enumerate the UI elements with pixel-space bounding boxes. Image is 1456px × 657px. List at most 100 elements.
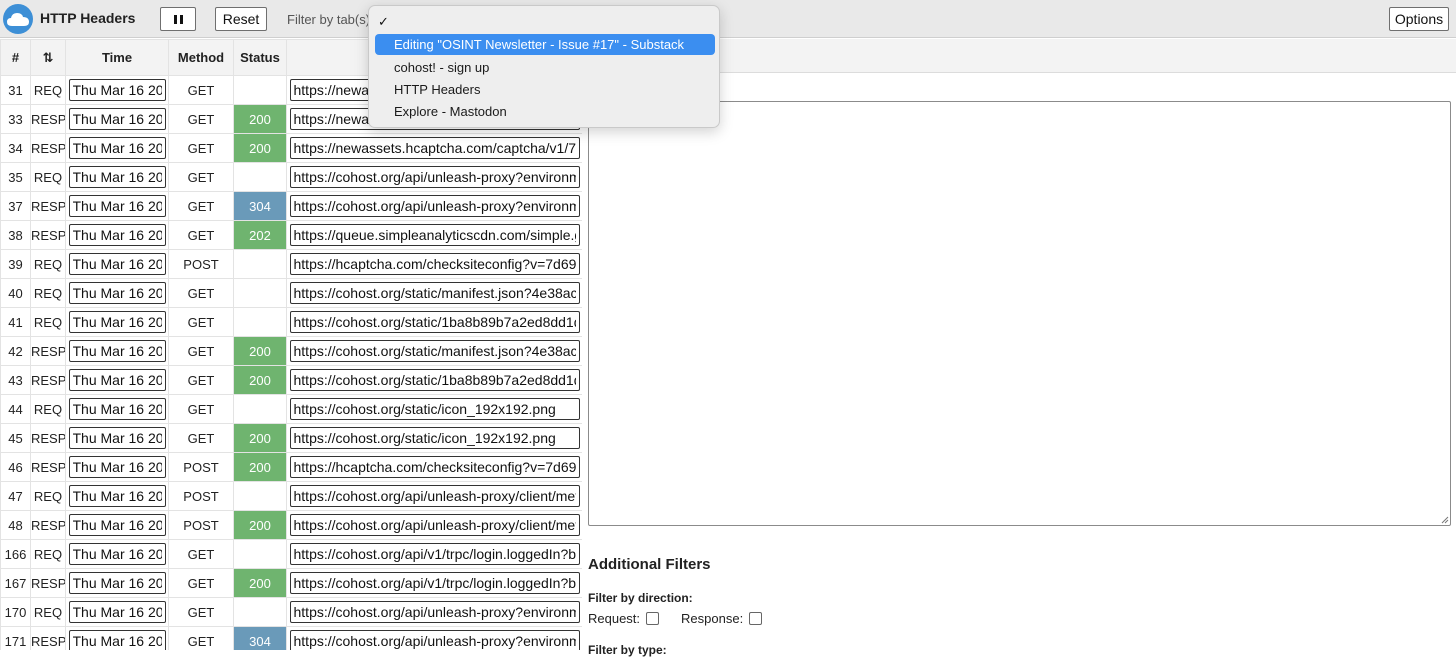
column-header-number[interactable]: # — [0, 39, 31, 76]
status-badge: 200 — [233, 423, 287, 453]
row-url-cell — [286, 133, 582, 163]
time-field[interactable] — [68, 601, 166, 623]
row-number: 167 — [0, 568, 31, 598]
row-method: GET — [168, 191, 234, 221]
url-field[interactable] — [289, 253, 580, 275]
table-row[interactable]: 41REQ GET — [0, 307, 582, 337]
table-row[interactable]: 42RESP GET200 — [0, 336, 582, 366]
time-field[interactable] — [68, 427, 166, 449]
time-field[interactable] — [68, 108, 166, 130]
resize-grip-icon[interactable] — [1440, 515, 1449, 524]
time-field[interactable] — [68, 253, 166, 275]
column-header-time[interactable]: Time — [65, 39, 169, 76]
url-field[interactable] — [289, 398, 580, 420]
table-row[interactable]: 34RESP GET200 — [0, 133, 582, 163]
table-row[interactable]: 44REQ GET — [0, 394, 582, 424]
status-badge — [233, 394, 287, 424]
row-time-cell — [65, 539, 169, 569]
time-field[interactable] — [68, 137, 166, 159]
row-direction: REQ — [30, 278, 66, 308]
url-field[interactable] — [289, 311, 580, 333]
url-field[interactable] — [289, 340, 580, 362]
row-number: 34 — [0, 133, 31, 163]
table-row[interactable]: 47REQ POST — [0, 481, 582, 511]
row-url-cell — [286, 278, 582, 308]
url-field[interactable] — [289, 514, 580, 536]
table-row[interactable]: 39REQ POST — [0, 249, 582, 279]
options-button[interactable]: Options — [1389, 7, 1449, 31]
url-field[interactable] — [289, 224, 580, 246]
tab-option-http-headers[interactable]: HTTP Headers — [375, 79, 715, 100]
time-field[interactable] — [68, 282, 166, 304]
url-field[interactable] — [289, 282, 580, 304]
reset-button[interactable]: Reset — [215, 7, 267, 31]
headers-detail-textarea[interactable] — [588, 101, 1451, 526]
table-row[interactable]: 166REQ GET — [0, 539, 582, 569]
status-badge: 200 — [233, 365, 287, 395]
time-field[interactable] — [68, 79, 166, 101]
time-field[interactable] — [68, 398, 166, 420]
url-field[interactable] — [289, 166, 580, 188]
response-checkbox[interactable] — [749, 612, 763, 625]
table-row[interactable]: 171RESP GET304 — [0, 626, 582, 650]
column-header-status[interactable]: Status — [233, 39, 287, 76]
request-table-container[interactable]: # ⇅ Time Method Status 31REQGET33RESPGET… — [0, 39, 582, 650]
url-field[interactable] — [289, 630, 580, 650]
table-row[interactable]: 37RESP GET304 — [0, 191, 582, 221]
pause-button[interactable] — [160, 7, 196, 31]
request-checkbox[interactable] — [646, 612, 660, 625]
url-field[interactable] — [289, 195, 580, 217]
row-url-cell — [286, 394, 582, 424]
time-field[interactable] — [68, 572, 166, 594]
url-field[interactable] — [289, 137, 580, 159]
row-number: 44 — [0, 394, 31, 424]
time-field[interactable] — [68, 195, 166, 217]
row-direction: REQ — [30, 481, 66, 511]
time-field[interactable] — [68, 485, 166, 507]
table-row[interactable]: 35REQ GET — [0, 162, 582, 192]
table-row[interactable]: 38RESP GET202 — [0, 220, 582, 250]
url-field[interactable] — [289, 543, 580, 565]
table-row[interactable]: 170REQ GET — [0, 597, 582, 627]
row-url-cell — [286, 249, 582, 279]
row-direction: RESP — [30, 220, 66, 250]
time-field[interactable] — [68, 456, 166, 478]
row-number: 48 — [0, 510, 31, 540]
time-field[interactable] — [68, 543, 166, 565]
table-row[interactable]: 167RESP GET200 — [0, 568, 582, 598]
time-field[interactable] — [68, 166, 166, 188]
table-row[interactable]: 46RESP POST200 — [0, 452, 582, 482]
row-method: GET — [168, 394, 234, 424]
time-field[interactable] — [68, 369, 166, 391]
row-time-cell — [65, 423, 169, 453]
url-field[interactable] — [289, 601, 580, 623]
app-title: HTTP Headers — [40, 10, 136, 26]
url-field[interactable] — [289, 485, 580, 507]
url-field[interactable] — [289, 456, 580, 478]
table-row[interactable]: 43RESP GET200 — [0, 365, 582, 395]
column-header-method[interactable]: Method — [168, 39, 234, 76]
row-time-cell — [65, 191, 169, 221]
time-field[interactable] — [68, 514, 166, 536]
table-row[interactable]: 45RESP GET200 — [0, 423, 582, 453]
direction-filter-row: Request: Response: — [588, 611, 763, 626]
filter-by-direction-label: Filter by direction: — [588, 591, 693, 605]
row-method: GET — [168, 568, 234, 598]
row-time-cell — [65, 162, 169, 192]
time-field[interactable] — [68, 311, 166, 333]
row-number: 166 — [0, 539, 31, 569]
time-field[interactable] — [68, 340, 166, 362]
time-field[interactable] — [68, 630, 166, 650]
table-row[interactable]: 48RESP POST200 — [0, 510, 582, 540]
tab-option-cohost[interactable]: cohost! - sign up — [375, 57, 715, 78]
row-direction: REQ — [30, 249, 66, 279]
column-header-direction[interactable]: ⇅ — [30, 39, 66, 76]
tab-option-substack[interactable]: Editing "OSINT Newsletter - Issue #17" -… — [375, 34, 715, 55]
time-field[interactable] — [68, 224, 166, 246]
table-row[interactable]: 40REQ GET — [0, 278, 582, 308]
tab-option-mastodon[interactable]: Explore - Mastodon — [375, 101, 715, 122]
url-field[interactable] — [289, 369, 580, 391]
tab-filter-dropdown[interactable]: ✓ Editing "OSINT Newsletter - Issue #17"… — [368, 5, 720, 128]
url-field[interactable] — [289, 572, 580, 594]
url-field[interactable] — [289, 427, 580, 449]
